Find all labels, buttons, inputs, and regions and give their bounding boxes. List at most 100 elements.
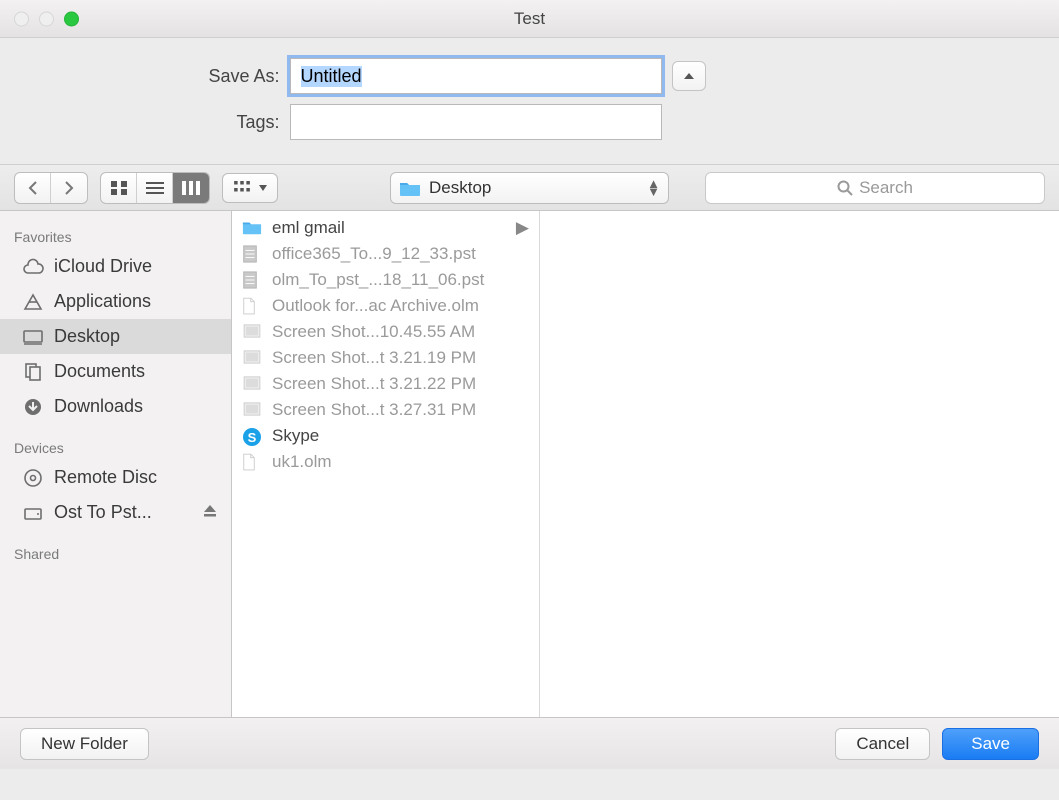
- save-form-area: Save As: Tags:: [0, 38, 1059, 165]
- image-icon: [242, 349, 262, 367]
- file-icon: [242, 297, 262, 315]
- window-title: Test: [514, 9, 545, 29]
- minimize-window-button[interactable]: [39, 11, 54, 26]
- file-row[interactable]: S Skype: [232, 423, 539, 449]
- file-name: office365_To...9_12_33.pst: [272, 244, 476, 264]
- sidebar-item-label: Applications: [54, 291, 151, 312]
- file-icon: [242, 453, 262, 471]
- file-column: eml gmail ▶ office365_To...9_12_33.pst olm_…: [232, 211, 540, 717]
- sidebar-item-label: Ost To Pst...: [54, 502, 152, 523]
- disc-icon: [22, 468, 44, 488]
- search-placeholder: Search: [859, 178, 913, 198]
- location-popup[interactable]: Desktop ▲▼: [390, 172, 669, 204]
- image-icon: [242, 323, 262, 341]
- cancel-button[interactable]: Cancel: [835, 728, 930, 760]
- file-name: Screen Shot...t 3.21.22 PM: [272, 374, 476, 394]
- folder-icon: [399, 180, 421, 196]
- eject-button[interactable]: [203, 502, 217, 523]
- drive-icon: [22, 503, 44, 523]
- file-name: olm_To_pst_...18_11_06.pst: [272, 270, 484, 290]
- search-icon: [837, 180, 853, 196]
- group-by-button[interactable]: [222, 173, 278, 203]
- cloud-icon: [22, 257, 44, 277]
- image-icon: [242, 401, 262, 419]
- saveas-label: Save As:: [140, 66, 290, 87]
- file-row: office365_To...9_12_33.pst: [232, 241, 539, 267]
- desktop-icon: [22, 327, 44, 347]
- list-icon: [146, 180, 164, 196]
- tags-input[interactable]: [290, 104, 662, 140]
- file-name: Screen Shot...t 3.21.19 PM: [272, 348, 476, 368]
- disclosure-arrow-icon: ▶: [516, 218, 529, 238]
- documents-icon: [22, 362, 44, 382]
- view-mode-segment: [100, 172, 210, 204]
- chevron-up-icon: [683, 71, 695, 81]
- collapse-dialog-button[interactable]: [672, 61, 706, 91]
- updown-arrows-icon: ▲▼: [647, 180, 660, 196]
- save-button[interactable]: Save: [942, 728, 1039, 760]
- column-view-button[interactable]: [173, 173, 209, 203]
- file-row: Screen Shot...t 3.21.19 PM: [232, 345, 539, 371]
- browser-toolbar: Desktop ▲▼ Search: [0, 165, 1059, 211]
- sidebar-item-remote-disc[interactable]: Remote Disc: [0, 460, 231, 495]
- file-row: Screen Shot...10.45.55 AM: [232, 319, 539, 345]
- grid-icon: [110, 180, 128, 196]
- doc-icon: [242, 245, 262, 263]
- sidebar: Favorites iCloud Drive Applications Desk…: [0, 211, 232, 717]
- applications-icon: [22, 292, 44, 312]
- new-folder-button[interactable]: New Folder: [20, 728, 149, 760]
- chevron-left-icon: [28, 181, 38, 195]
- sidebar-item-downloads[interactable]: Downloads: [0, 389, 231, 424]
- list-view-button[interactable]: [137, 173, 173, 203]
- skype-icon: S: [242, 427, 262, 445]
- zoom-window-button[interactable]: [64, 11, 79, 26]
- sidebar-item-desktop[interactable]: Desktop: [0, 319, 231, 354]
- close-window-button[interactable]: [14, 11, 29, 26]
- sidebar-item-label: Desktop: [54, 326, 120, 347]
- browser-main: Favorites iCloud Drive Applications Desk…: [0, 211, 1059, 717]
- preview-column: [540, 211, 1059, 717]
- file-row: uk1.olm: [232, 449, 539, 475]
- nav-segment: [14, 172, 88, 204]
- file-name: Skype: [272, 426, 319, 446]
- sidebar-item-drive[interactable]: Ost To Pst...: [0, 495, 231, 530]
- folder-icon: [242, 219, 262, 237]
- doc-icon: [242, 271, 262, 289]
- file-name: Screen Shot...10.45.55 AM: [272, 322, 475, 342]
- sidebar-header-devices: Devices: [0, 434, 231, 460]
- file-name: uk1.olm: [272, 452, 332, 472]
- sidebar-item-label: iCloud Drive: [54, 256, 152, 277]
- sidebar-item-icloud[interactable]: iCloud Drive: [0, 249, 231, 284]
- file-name: eml gmail: [272, 218, 345, 238]
- image-icon: [242, 375, 262, 393]
- columns-icon: [182, 180, 200, 196]
- tags-label: Tags:: [140, 112, 290, 133]
- downloads-icon: [22, 397, 44, 417]
- sidebar-item-documents[interactable]: Documents: [0, 354, 231, 389]
- chevron-right-icon: [64, 181, 74, 195]
- search-field[interactable]: Search: [705, 172, 1045, 204]
- bottom-bar: New Folder Cancel Save: [0, 717, 1059, 769]
- forward-button[interactable]: [51, 173, 87, 203]
- title-bar: Test: [0, 0, 1059, 38]
- sidebar-item-label: Documents: [54, 361, 145, 382]
- svg-text:S: S: [248, 430, 257, 445]
- chevron-down-icon: [259, 185, 267, 191]
- file-row: olm_To_pst_...18_11_06.pst: [232, 267, 539, 293]
- back-button[interactable]: [15, 173, 51, 203]
- file-row: Screen Shot...t 3.21.22 PM: [232, 371, 539, 397]
- icon-view-button[interactable]: [101, 173, 137, 203]
- file-row: Outlook for...ac Archive.olm: [232, 293, 539, 319]
- file-row[interactable]: eml gmail ▶: [232, 215, 539, 241]
- eject-icon: [203, 504, 217, 518]
- grid-group-icon: [233, 181, 251, 195]
- file-name: Outlook for...ac Archive.olm: [272, 296, 479, 316]
- file-name: Screen Shot...t 3.27.31 PM: [272, 400, 476, 420]
- sidebar-item-applications[interactable]: Applications: [0, 284, 231, 319]
- saveas-input[interactable]: [290, 58, 662, 94]
- sidebar-header-favorites: Favorites: [0, 223, 231, 249]
- file-row: Screen Shot...t 3.27.31 PM: [232, 397, 539, 423]
- sidebar-item-label: Remote Disc: [54, 467, 157, 488]
- sidebar-item-label: Downloads: [54, 396, 143, 417]
- traffic-lights: [14, 11, 79, 26]
